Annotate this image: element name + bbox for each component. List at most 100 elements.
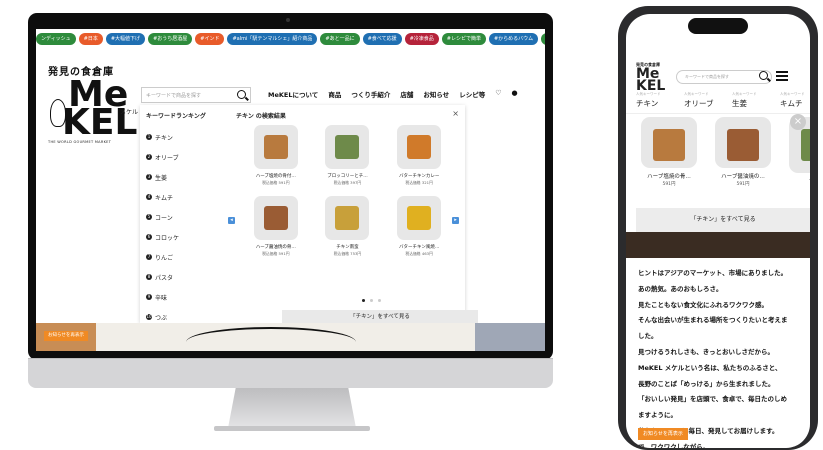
keyword-tab-text: キムチ bbox=[780, 99, 803, 108]
close-icon[interactable]: × bbox=[790, 114, 806, 130]
search-icon[interactable] bbox=[759, 71, 768, 80]
monitor-chin bbox=[28, 358, 553, 388]
hashtag-chip[interactable]: #あと一品に bbox=[320, 33, 360, 45]
nav-about[interactable]: MeKELについて bbox=[268, 89, 318, 99]
ranking-item[interactable]: 8 パスタ bbox=[146, 267, 226, 287]
hashtag-chip[interactable]: ンディッシュ bbox=[36, 33, 76, 45]
monitor-foot bbox=[214, 426, 370, 431]
search-input[interactable]: キーワードで商品を探す bbox=[141, 87, 251, 103]
product-price: 税込価格 591円 bbox=[262, 180, 290, 185]
product-card[interactable]: チキン南蛮 税込価格 753円 bbox=[312, 196, 384, 257]
hashtag-chip[interactable]: #インド bbox=[195, 33, 225, 45]
keyword-tab[interactable]: 人気キーワード キムチ bbox=[770, 92, 810, 113]
mobile-product-card[interactable]: ハーブ醤油焼の… 591円 bbox=[710, 117, 776, 187]
ranking-item[interactable]: 1 チキン bbox=[146, 127, 226, 147]
rank-number-badge: 7 bbox=[146, 254, 152, 260]
ranking-keyword: コーン bbox=[155, 214, 173, 222]
news-reshow-button[interactable]: お知らせを再表示 bbox=[44, 331, 88, 341]
carousel-dot[interactable] bbox=[378, 299, 381, 302]
product-card[interactable]: ブロッコリーとチ… 税込価格 397円 bbox=[312, 125, 384, 186]
ranking-keyword: チキン bbox=[155, 134, 173, 142]
hashtag-chip[interactable]: #冷凍食品 bbox=[404, 33, 439, 45]
nav-news[interactable]: お知らせ bbox=[423, 89, 449, 99]
product-name: ブロッコリーとチ… bbox=[327, 174, 368, 179]
ranking-item[interactable]: 9 辛味 bbox=[146, 287, 226, 307]
next-arrow-icon[interactable]: ▸ bbox=[452, 217, 459, 224]
product-price: 税込価格 397円 bbox=[333, 180, 362, 185]
ranking-item[interactable]: 4 キムチ bbox=[146, 187, 226, 207]
body-text-line: MeKEL メケルという名は、私たちのふるさと、 bbox=[638, 363, 782, 372]
mobile-product-card[interactable]: ハーブ塩焼の骨… 591円 bbox=[636, 117, 702, 187]
ranking-item[interactable]: 7 りんご bbox=[146, 247, 226, 267]
body-text-line: そんな出会いが生まれる場所をつくりたいと考えま bbox=[638, 316, 788, 325]
prev-arrow-icon[interactable]: ◂ bbox=[228, 217, 235, 224]
mobile-view-all-button[interactable]: 「チキン」をすべて見る bbox=[636, 208, 810, 232]
rank-number-badge: 6 bbox=[146, 234, 152, 240]
hashtag-chip[interactable]: #almi「駅テンマルシェ」紹介商品 bbox=[227, 33, 318, 45]
ranking-keyword: 辛味 bbox=[155, 294, 168, 302]
nav-recipes[interactable]: レシピ等 bbox=[459, 89, 485, 99]
hamburger-menu-icon[interactable] bbox=[776, 71, 788, 81]
body-text-line: ヒントはアジアのマーケット、市場にありました。 bbox=[638, 269, 788, 277]
product-name: ブロッ bbox=[809, 177, 810, 185]
body-text-line: 見たこともない食文化にふれるワクワク感。 bbox=[638, 300, 768, 309]
product-package bbox=[407, 206, 432, 230]
product-price: 税込価格 591円 bbox=[262, 251, 290, 256]
product-name: チキン南蛮 bbox=[336, 245, 359, 250]
mobile-search-input[interactable]: キーワードで商品を探す bbox=[676, 70, 772, 84]
rank-number-badge: 2 bbox=[146, 154, 152, 160]
hashtag-chip[interactable]: #時短料理 bbox=[541, 33, 545, 45]
search-dropdown: キーワードランキング 1 チキン 2 オリーブ 3 生姜 4 キムチ 5 コーン 6 コロッケ 7 りんご… bbox=[140, 105, 478, 324]
ranking-item[interactable]: 6 コロッケ bbox=[146, 227, 226, 247]
search-icon[interactable] bbox=[237, 90, 246, 99]
hashtag-chip[interactable]: #レシピで簡単 bbox=[441, 33, 486, 45]
product-card[interactable]: ハーブ醤油焼の骨… 税込価格 591円 bbox=[240, 196, 312, 257]
product-package bbox=[727, 129, 759, 161]
body-text-line: ますように。 bbox=[638, 411, 677, 420]
ranking-item[interactable]: 5 コーン bbox=[146, 207, 226, 227]
phone-screen: 発見の食倉庫 Me KEL キーワードで商品を探す 人気キーワード チキン 人気キー… bbox=[626, 14, 810, 448]
nav-stores[interactable]: 店舗 bbox=[400, 89, 413, 99]
product-name: ハーブ醤油焼の… bbox=[721, 174, 765, 180]
mobile-news-reshow-button[interactable]: お知らせを再表示 bbox=[638, 428, 688, 440]
mobile-hero-photo bbox=[626, 232, 810, 258]
hashtag-chip[interactable]: #からめるバウム bbox=[488, 33, 539, 45]
account-icon[interactable]: ● bbox=[511, 89, 517, 99]
product-card[interactable]: バターチキン風焼… 税込価格 463円 bbox=[383, 196, 455, 257]
rank-number-badge: 3 bbox=[146, 174, 152, 180]
tag-bar: ンディッシュ #日本 #大幅値下げ #おうち居酒屋 #インド #almi「駅テンマルシェ」… bbox=[36, 29, 545, 49]
close-icon[interactable]: × bbox=[452, 109, 459, 118]
hashtag-chip[interactable]: #食べて応援 bbox=[362, 33, 402, 45]
hashtag-chip[interactable]: #日本 bbox=[78, 33, 103, 45]
carousel-dot[interactable] bbox=[370, 299, 373, 302]
keyword-tab[interactable]: 人気キーワード 生姜 bbox=[722, 92, 770, 113]
ranking-keyword: 生姜 bbox=[155, 174, 168, 182]
product-image bbox=[397, 125, 442, 169]
keyword-tab-label: 人気キーワード bbox=[684, 92, 709, 96]
hashtag-chip[interactable]: #おうち居酒屋 bbox=[148, 33, 193, 45]
product-price: 税込価格 463円 bbox=[405, 251, 433, 256]
keyword-tab[interactable]: 人気キーワード オリーブ bbox=[674, 92, 722, 113]
ranking-keyword: キムチ bbox=[155, 194, 174, 202]
product-name: ハーブ塩焼の骨付… bbox=[255, 174, 296, 179]
hashtag-chip[interactable]: #大幅値下げ bbox=[105, 33, 146, 45]
product-package bbox=[263, 206, 288, 230]
view-all-button[interactable]: 「チキン」をすべて見る bbox=[282, 310, 478, 324]
ranking-item[interactable]: 3 生姜 bbox=[146, 167, 226, 187]
product-package bbox=[407, 135, 432, 159]
ranking-list: 1 チキン 2 オリーブ 3 生姜 4 キムチ 5 コーン 6 コロッケ 7 りんご 8 パスタ 9 辛味 10 つぶ bbox=[146, 127, 226, 327]
ranking-title: キーワードランキング bbox=[146, 113, 206, 120]
product-name: バターチキン風焼… bbox=[398, 245, 440, 250]
smartphone: 発見の食倉庫 Me KEL キーワードで商品を探す 人気キーワード チキン 人気キー… bbox=[618, 6, 818, 450]
mobile-logo[interactable]: 発見の食倉庫 Me KEL bbox=[636, 62, 670, 93]
product-card[interactable]: ハーブ塩焼の骨付… 税込価格 591円 bbox=[240, 125, 312, 186]
heart-icon[interactable]: ♡ bbox=[495, 89, 501, 99]
carousel-dot[interactable] bbox=[362, 299, 365, 302]
ranking-item[interactable]: 2 オリーブ bbox=[146, 147, 226, 167]
product-card[interactable]: バターチキンカレー 税込価格 321円 bbox=[383, 125, 455, 186]
keyword-tab[interactable]: 人気キーワード チキン bbox=[626, 92, 674, 113]
nav-products[interactable]: 商品 bbox=[328, 89, 341, 99]
product-price: 税込価格 753円 bbox=[333, 251, 362, 256]
nav-makers[interactable]: つくり手紹介 bbox=[351, 89, 390, 99]
product-price: 591円 bbox=[736, 182, 750, 187]
